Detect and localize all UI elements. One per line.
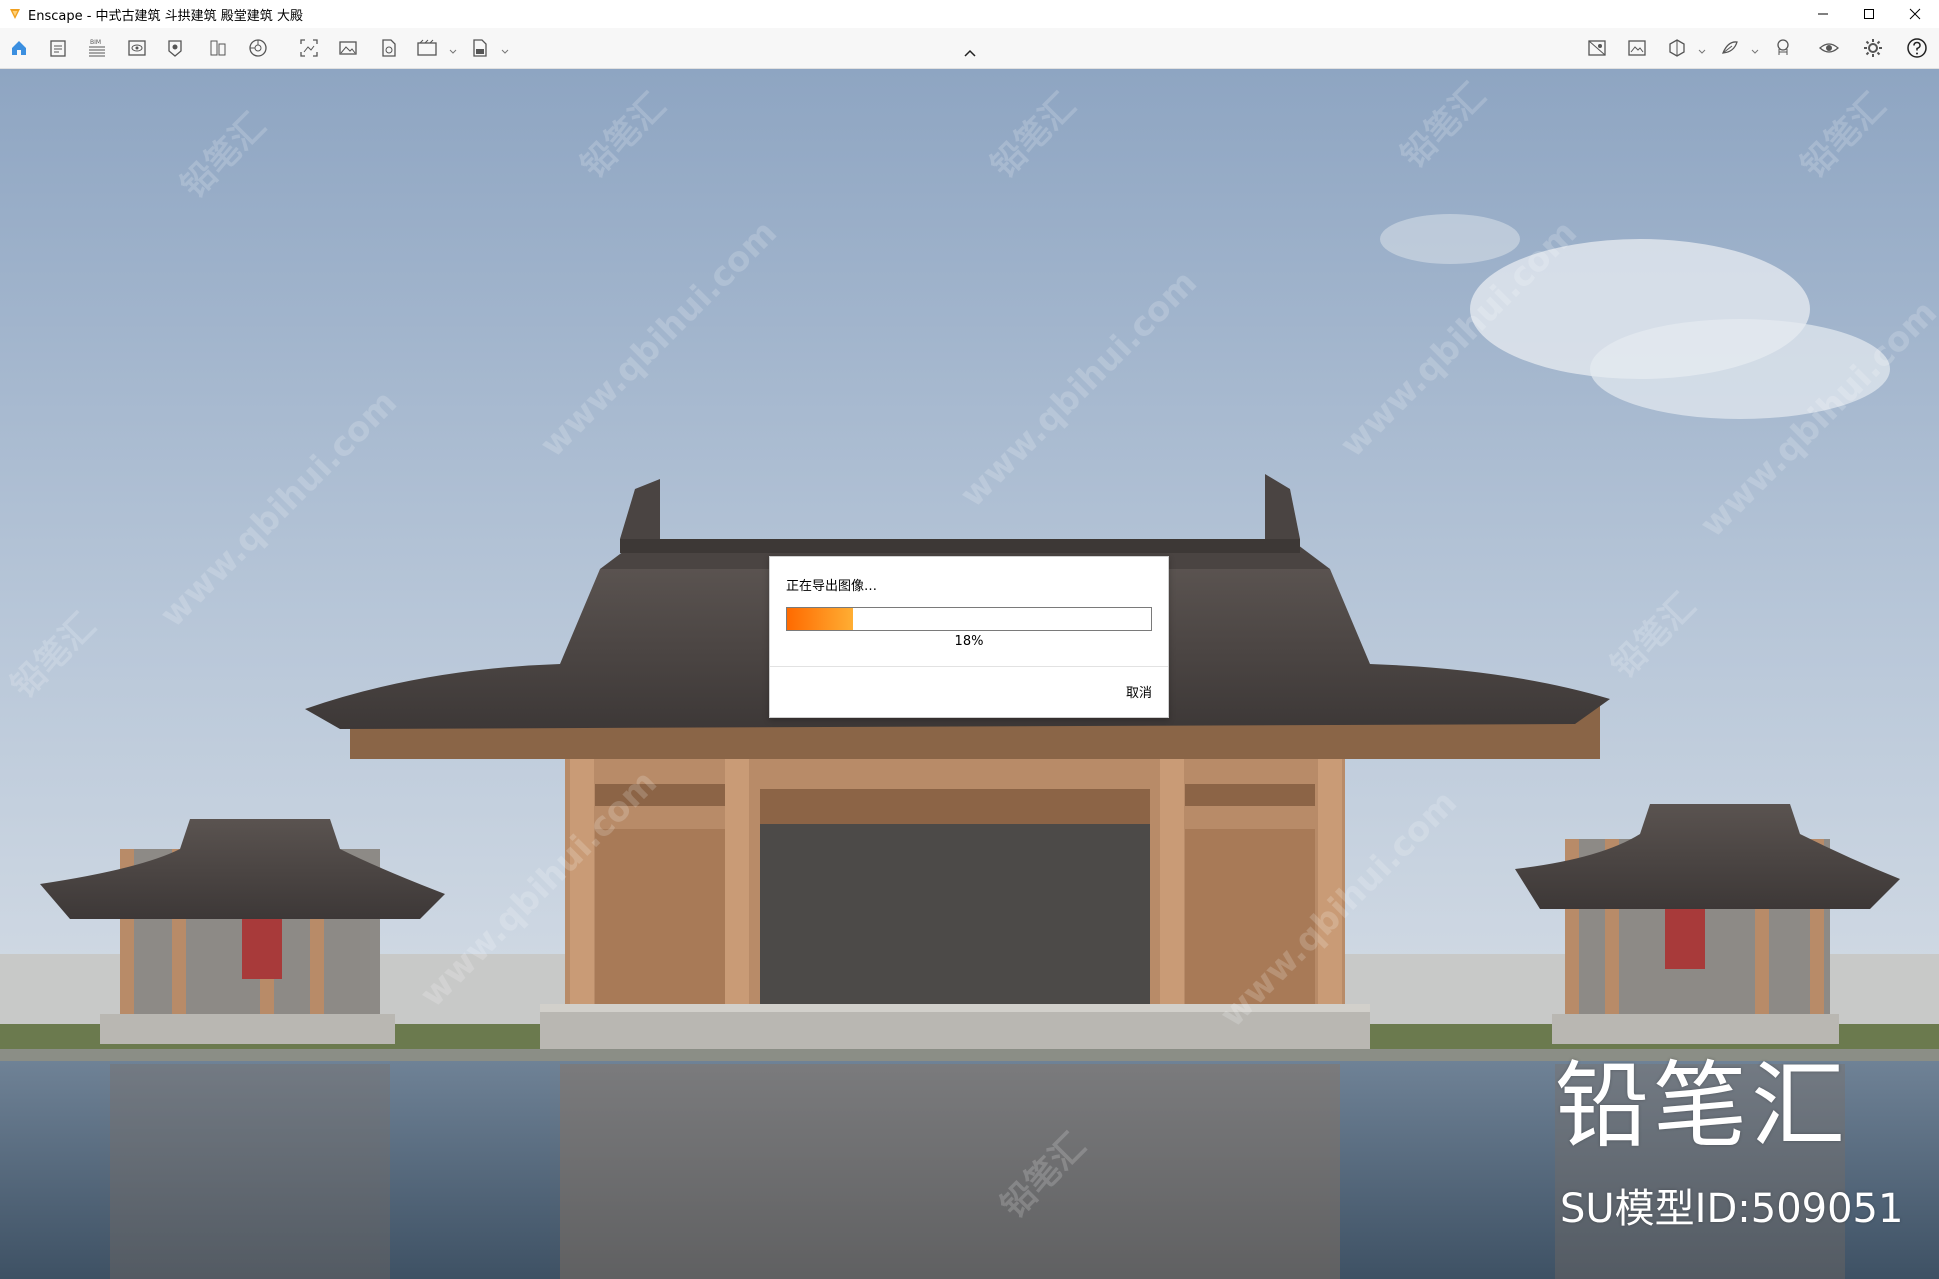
chevron-up-icon (964, 49, 976, 57)
home-icon (12, 41, 26, 55)
settings-button[interactable] (1860, 36, 1886, 60)
video-button[interactable] (414, 36, 440, 60)
close-icon (1909, 8, 1921, 20)
export-button[interactable] (466, 36, 492, 60)
cancel-button[interactable]: 取消 (1092, 679, 1152, 703)
views-icon (210, 40, 226, 56)
site-context-button[interactable] (1584, 36, 1610, 60)
atmosphere-button[interactable] (245, 36, 271, 60)
export-icon (473, 39, 487, 57)
capture-icon (168, 40, 182, 57)
video-icon (417, 39, 437, 56)
gear-icon (1864, 39, 1882, 57)
panorama-button[interactable] (335, 36, 361, 60)
bim-button[interactable]: BIM (84, 36, 110, 60)
view-mode-button[interactable] (1664, 36, 1690, 60)
model-id-label: SU模型ID:509051 (1560, 1186, 1904, 1232)
export-dropdown-caret[interactable] (500, 42, 510, 54)
notes-button[interactable] (45, 36, 71, 60)
live-view-icon (1819, 43, 1839, 53)
live-view-button[interactable] (1816, 36, 1842, 60)
view-mode-icon (1669, 39, 1685, 57)
video-dropdown-caret[interactable] (448, 42, 458, 54)
visual-settings-button[interactable] (124, 36, 150, 60)
bim-icon: BIM (89, 39, 105, 57)
notes-icon (50, 40, 66, 57)
bim-label: BIM (90, 39, 101, 46)
visual-settings-icon (128, 40, 146, 56)
brand-watermark-logo: 铅笔汇 (1555, 1052, 1850, 1161)
chevron-down-icon (1751, 49, 1759, 54)
minimize-icon (1818, 13, 1828, 15)
close-button[interactable] (1892, 0, 1938, 28)
asset-library-icon (1777, 39, 1789, 55)
site-context-icon (1588, 40, 1606, 56)
material-icon (1721, 41, 1738, 54)
image-gallery-icon (1628, 40, 1646, 56)
chevron-down-icon (449, 49, 457, 54)
help-icon (1907, 38, 1927, 58)
batch-render-button[interactable] (375, 36, 401, 60)
maximize-button[interactable] (1846, 0, 1892, 28)
material-button[interactable] (1717, 36, 1743, 60)
export-status-message: 正在导出图像… (786, 579, 878, 594)
chevron-down-icon (1698, 49, 1706, 54)
screenshot-icon (300, 39, 318, 57)
progress-percent-label: 18% (954, 634, 984, 649)
progress-bar-fill (787, 608, 853, 630)
minimize-button[interactable] (1800, 0, 1846, 28)
capture-button[interactable] (162, 36, 188, 60)
home-button[interactable] (6, 36, 32, 60)
asset-library-button[interactable] (1770, 36, 1796, 60)
batch-render-icon (382, 39, 396, 57)
collapse-toolbar-button[interactable] (957, 46, 983, 60)
help-button[interactable] (1904, 36, 1930, 60)
material-dropdown-caret[interactable] (1750, 42, 1760, 54)
title-bar: Enscape - 中式古建筑 斗拱建筑 殿堂建筑 大殿 (0, 0, 1939, 28)
maximize-icon (1864, 9, 1874, 19)
screenshot-button[interactable] (296, 36, 322, 60)
view-mode-dropdown-caret[interactable] (1697, 42, 1707, 54)
export-progress-bar (786, 607, 1152, 631)
image-gallery-button[interactable] (1624, 36, 1650, 60)
toolbar: BIM (0, 28, 1939, 69)
enscape-logo-icon (10, 9, 20, 19)
views-button[interactable] (205, 36, 231, 60)
panorama-icon (339, 41, 357, 55)
atmosphere-icon (249, 39, 267, 57)
export-progress-dialog: 正在导出图像… 18% 取消 (769, 556, 1169, 718)
chevron-down-icon (501, 49, 509, 54)
dialog-divider (770, 666, 1168, 667)
window-title: Enscape - 中式古建筑 斗拱建筑 殿堂建筑 大殿 (28, 8, 303, 24)
